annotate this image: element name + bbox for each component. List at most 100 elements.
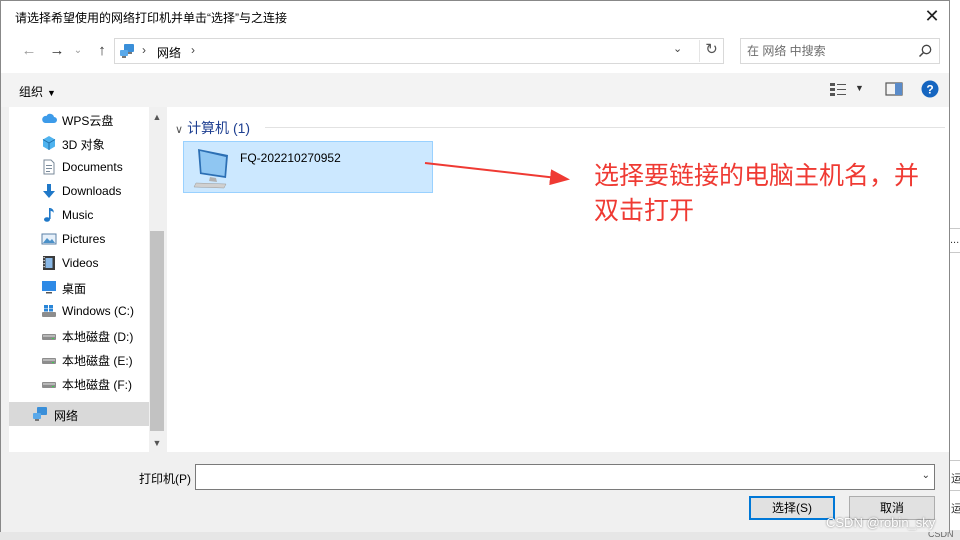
tree-item-music[interactable]: Music bbox=[9, 203, 149, 227]
background-divider bbox=[950, 460, 960, 461]
tree-item-drive-d[interactable]: 本地磁盘 (D:) bbox=[9, 323, 149, 347]
cloud-icon bbox=[42, 113, 57, 123]
refresh-icon: ↻ bbox=[705, 41, 718, 58]
desktop-icon bbox=[42, 281, 56, 294]
tree-item-3d-objects[interactable]: 3D 对象 bbox=[9, 131, 149, 155]
address-bar[interactable]: › 网络 › ⌄ ↻ bbox=[114, 38, 724, 64]
annotation-line: 选择要链接的电脑主机名，并 bbox=[594, 161, 920, 190]
videos-icon bbox=[43, 256, 55, 270]
breadcrumb-network[interactable]: 网络 bbox=[157, 44, 181, 61]
tree-item-videos[interactable]: Videos bbox=[9, 251, 149, 275]
chevron-down-icon[interactable]: ⌄ bbox=[922, 470, 930, 481]
tree-item-drive-e[interactable]: 本地磁盘 (E:) bbox=[9, 347, 149, 371]
background-fragment: ... bbox=[950, 234, 960, 246]
3d-objects-icon bbox=[42, 136, 56, 150]
breadcrumb-separator[interactable]: › bbox=[191, 43, 195, 57]
annotation-line: 双击打开 bbox=[594, 196, 695, 225]
tree-item-label: 本地磁盘 (F:) bbox=[62, 378, 132, 392]
document-icon bbox=[43, 159, 55, 175]
background-divider bbox=[950, 252, 960, 253]
tree-item-label: 3D 对象 bbox=[62, 138, 105, 152]
background-window bbox=[950, 0, 960, 540]
tree-item-label: Downloads bbox=[62, 184, 122, 198]
scroll-up-button[interactable]: ▲ bbox=[149, 109, 165, 125]
printer-label: 打印机(P) bbox=[139, 472, 191, 486]
computer-item[interactable]: FQ-202210270952 bbox=[183, 141, 433, 193]
refresh-button[interactable]: ↻ bbox=[699, 40, 723, 62]
computer-name: FQ-202210270952 bbox=[240, 151, 341, 165]
background-fragment: 运 bbox=[951, 503, 960, 515]
tree-item-label: 本地磁盘 (E:) bbox=[62, 354, 133, 368]
printer-combobox[interactable]: ⌄ bbox=[195, 464, 935, 490]
group-header-computers[interactable]: ∨ 计算机 (1) bbox=[175, 118, 250, 138]
tree-item-label: Videos bbox=[62, 256, 99, 270]
music-icon bbox=[44, 208, 54, 222]
group-divider bbox=[265, 127, 945, 128]
watermark: CSDN @robin_sky bbox=[826, 515, 936, 530]
caret-down-icon: ▼ bbox=[47, 88, 56, 98]
drive-icon bbox=[42, 358, 56, 364]
select-button[interactable]: 选择(S) bbox=[749, 496, 835, 520]
tree-item-drive-f[interactable]: 本地磁盘 (F:) bbox=[9, 371, 149, 395]
tree-item-windows-c[interactable]: Windows (C:) bbox=[9, 299, 149, 323]
network-icon bbox=[120, 44, 134, 58]
chevron-down-icon: ∨ bbox=[175, 124, 184, 136]
background-divider bbox=[950, 490, 960, 491]
tree-item-documents[interactable]: Documents bbox=[9, 155, 149, 179]
tree-item-pictures[interactable]: Pictures bbox=[9, 227, 149, 251]
recent-locations-button[interactable]: ⌄ bbox=[71, 41, 85, 61]
navigation-bar: ← → ⌄ ↑ › 网络 › ⌄ ↻ bbox=[1, 31, 949, 73]
organize-label: 组织 bbox=[19, 85, 44, 99]
search-box[interactable] bbox=[740, 38, 940, 64]
view-options-icon[interactable] bbox=[829, 81, 847, 97]
navigation-tree: WPS云盘 3D 对象 Documents Downloads Music Pi… bbox=[9, 107, 149, 452]
windows-drive-icon bbox=[42, 305, 56, 317]
tree-item-desktop[interactable]: 桌面 bbox=[9, 275, 149, 299]
preview-pane-icon[interactable] bbox=[885, 81, 903, 97]
computer-icon bbox=[193, 149, 228, 189]
printer-input[interactable] bbox=[200, 469, 900, 485]
tree-item-label: Pictures bbox=[62, 232, 106, 246]
back-button[interactable]: ← bbox=[19, 41, 39, 61]
tree-item-label: WPS云盘 bbox=[62, 114, 114, 128]
close-button[interactable]: ✕ bbox=[921, 5, 943, 27]
arrow-up-icon: ↑ bbox=[98, 42, 106, 59]
network-icon bbox=[33, 407, 47, 421]
tree-item-label: Windows (C:) bbox=[62, 304, 135, 318]
chevron-down-icon: ⌄ bbox=[73, 45, 83, 56]
forward-button[interactable]: → bbox=[47, 41, 67, 61]
tree-item-label: 本地磁盘 (D:) bbox=[62, 330, 134, 344]
background-divider bbox=[950, 228, 960, 229]
annotation-text: 选择要链接的电脑主机名，并 双击打开 bbox=[594, 158, 954, 228]
scroll-down-button[interactable]: ▼ bbox=[149, 435, 165, 451]
help-icon[interactable]: ? bbox=[921, 80, 939, 98]
search-icon[interactable] bbox=[917, 43, 933, 59]
address-dropdown[interactable]: ⌄ bbox=[673, 42, 682, 55]
tree-item-network[interactable]: 网络 bbox=[9, 402, 149, 426]
chevron-up-icon: ▲ bbox=[152, 112, 162, 122]
background-fragment: 运 bbox=[951, 473, 960, 485]
breadcrumb-separator: › bbox=[142, 43, 146, 57]
arrow-left-icon: ← bbox=[21, 42, 37, 59]
arrow-right-icon: → bbox=[49, 42, 65, 59]
scroll-thumb[interactable] bbox=[150, 231, 164, 431]
view-dropdown-icon[interactable]: ▼ bbox=[855, 83, 864, 93]
printer-select-dialog: 请选择希望使用的网络打印机并单击“选择”与之连接 ✕ ← → ⌄ ↑ › 网络 … bbox=[0, 0, 950, 532]
organize-menu[interactable]: 组织 ▼ bbox=[19, 83, 56, 100]
tree-item-label: 桌面 bbox=[62, 282, 87, 296]
up-button[interactable]: ↑ bbox=[92, 41, 112, 61]
title-bar: 请选择希望使用的网络打印机并单击“选择”与之连接 ✕ bbox=[1, 1, 949, 31]
pictures-icon bbox=[41, 233, 57, 245]
close-icon: ✕ bbox=[924, 6, 940, 26]
search-input[interactable] bbox=[747, 43, 907, 59]
svg-text:?: ? bbox=[926, 83, 933, 97]
tree-item-label: 网络 bbox=[54, 409, 79, 423]
tree-item-wps-cloud[interactable]: WPS云盘 bbox=[9, 107, 149, 131]
tree-item-downloads[interactable]: Downloads bbox=[9, 179, 149, 203]
window-title: 请选择希望使用的网络打印机并单击“选择”与之连接 bbox=[15, 11, 287, 25]
annotation-arrow bbox=[424, 162, 570, 186]
tree-scrollbar[interactable]: ▲ ▼ bbox=[149, 107, 165, 452]
chevron-down-icon: ▼ bbox=[152, 438, 162, 448]
toolbar: 组织 ▼ ▼ ? bbox=[1, 73, 949, 107]
drive-icon bbox=[42, 382, 56, 388]
